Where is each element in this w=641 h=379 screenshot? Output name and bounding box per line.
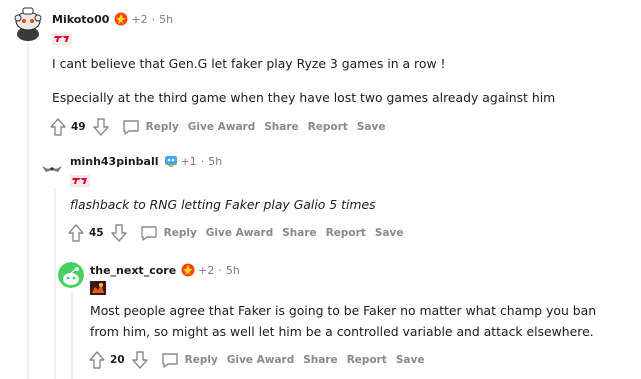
downvote-icon[interactable]	[110, 223, 128, 243]
t1-flair-icon	[52, 30, 72, 49]
thread-line-3[interactable]	[71, 290, 73, 379]
chat-bubble-icon	[140, 226, 157, 241]
t1-flair-icon	[70, 172, 90, 191]
award-icon[interactable]	[164, 154, 178, 168]
downvote-icon[interactable]	[131, 350, 149, 370]
separator-dot: ·	[218, 263, 222, 277]
comment-actions: 20 Reply Give Award Share Report Save	[88, 350, 433, 370]
comment-actions: 45 Reply Give Award Share Report Save	[67, 223, 412, 243]
champion-flair-icon	[90, 280, 106, 299]
avatar[interactable]	[42, 160, 62, 172]
separator-dot: ·	[151, 12, 156, 26]
award-icon[interactable]	[181, 263, 195, 277]
save-button[interactable]: Save	[396, 354, 425, 366]
reply-label: Reply	[184, 354, 218, 366]
comment-meta: the_next_core +2 · 5h	[90, 262, 240, 278]
reply-button[interactable]: Reply	[161, 352, 227, 368]
upvote-icon[interactable]	[67, 223, 85, 243]
chat-bubble-icon	[161, 353, 178, 368]
award-count: +1	[180, 154, 197, 168]
reply-label: Reply	[163, 227, 197, 239]
comment-meta: minh43pinball +1 · 5h	[70, 153, 222, 169]
vote-score: 49	[71, 121, 86, 133]
username[interactable]: Mikoto00	[52, 13, 109, 26]
give-award-button[interactable]: Give Award	[206, 227, 273, 239]
save-button[interactable]: Save	[357, 121, 386, 133]
username[interactable]: minh43pinball	[70, 155, 159, 168]
comment-body: Most people agree that Faker is going to…	[90, 303, 597, 339]
give-award-button[interactable]: Give Award	[188, 121, 255, 133]
upvote-icon[interactable]	[49, 117, 67, 137]
chat-bubble-icon	[122, 120, 139, 135]
comment-body: I cant believe that Gen.G let faker play…	[52, 56, 446, 71]
give-award-button[interactable]: Give Award	[227, 354, 294, 366]
report-button[interactable]: Report	[308, 121, 348, 133]
comment-actions: 49 Reply Give Award Share Report Save	[49, 117, 394, 137]
downvote-icon[interactable]	[92, 117, 110, 137]
separator-dot: ·	[200, 154, 205, 168]
username[interactable]: the_next_core	[90, 264, 176, 277]
timestamp[interactable]: 5h	[159, 13, 173, 26]
reply-label: Reply	[145, 121, 179, 133]
avatar[interactable]	[14, 4, 42, 41]
comment-body: Especially at the third game when they h…	[52, 90, 556, 105]
comment-meta: Mikoto00 +2 · 5h	[52, 11, 173, 27]
report-button[interactable]: Report	[326, 227, 366, 239]
timestamp[interactable]: 5h	[226, 264, 240, 277]
reply-button[interactable]: Reply	[122, 119, 188, 135]
vote-score: 45	[89, 227, 104, 239]
save-button[interactable]: Save	[375, 227, 404, 239]
award-count: +2	[131, 12, 148, 26]
avatar[interactable]	[58, 262, 84, 288]
reply-button[interactable]: Reply	[140, 225, 206, 241]
share-button[interactable]: Share	[264, 121, 298, 133]
share-button[interactable]: Share	[303, 354, 337, 366]
timestamp[interactable]: 5h	[208, 155, 222, 168]
report-button[interactable]: Report	[347, 354, 387, 366]
thread-line-2[interactable]	[54, 188, 56, 379]
award-count: +2	[198, 263, 215, 277]
thread-line-1[interactable]	[27, 44, 29, 379]
comment-body: flashback to RNG letting Faker play Gali…	[70, 197, 376, 212]
upvote-icon[interactable]	[88, 350, 106, 370]
award-icon[interactable]	[114, 12, 128, 26]
share-button[interactable]: Share	[282, 227, 316, 239]
vote-score: 20	[110, 354, 125, 366]
